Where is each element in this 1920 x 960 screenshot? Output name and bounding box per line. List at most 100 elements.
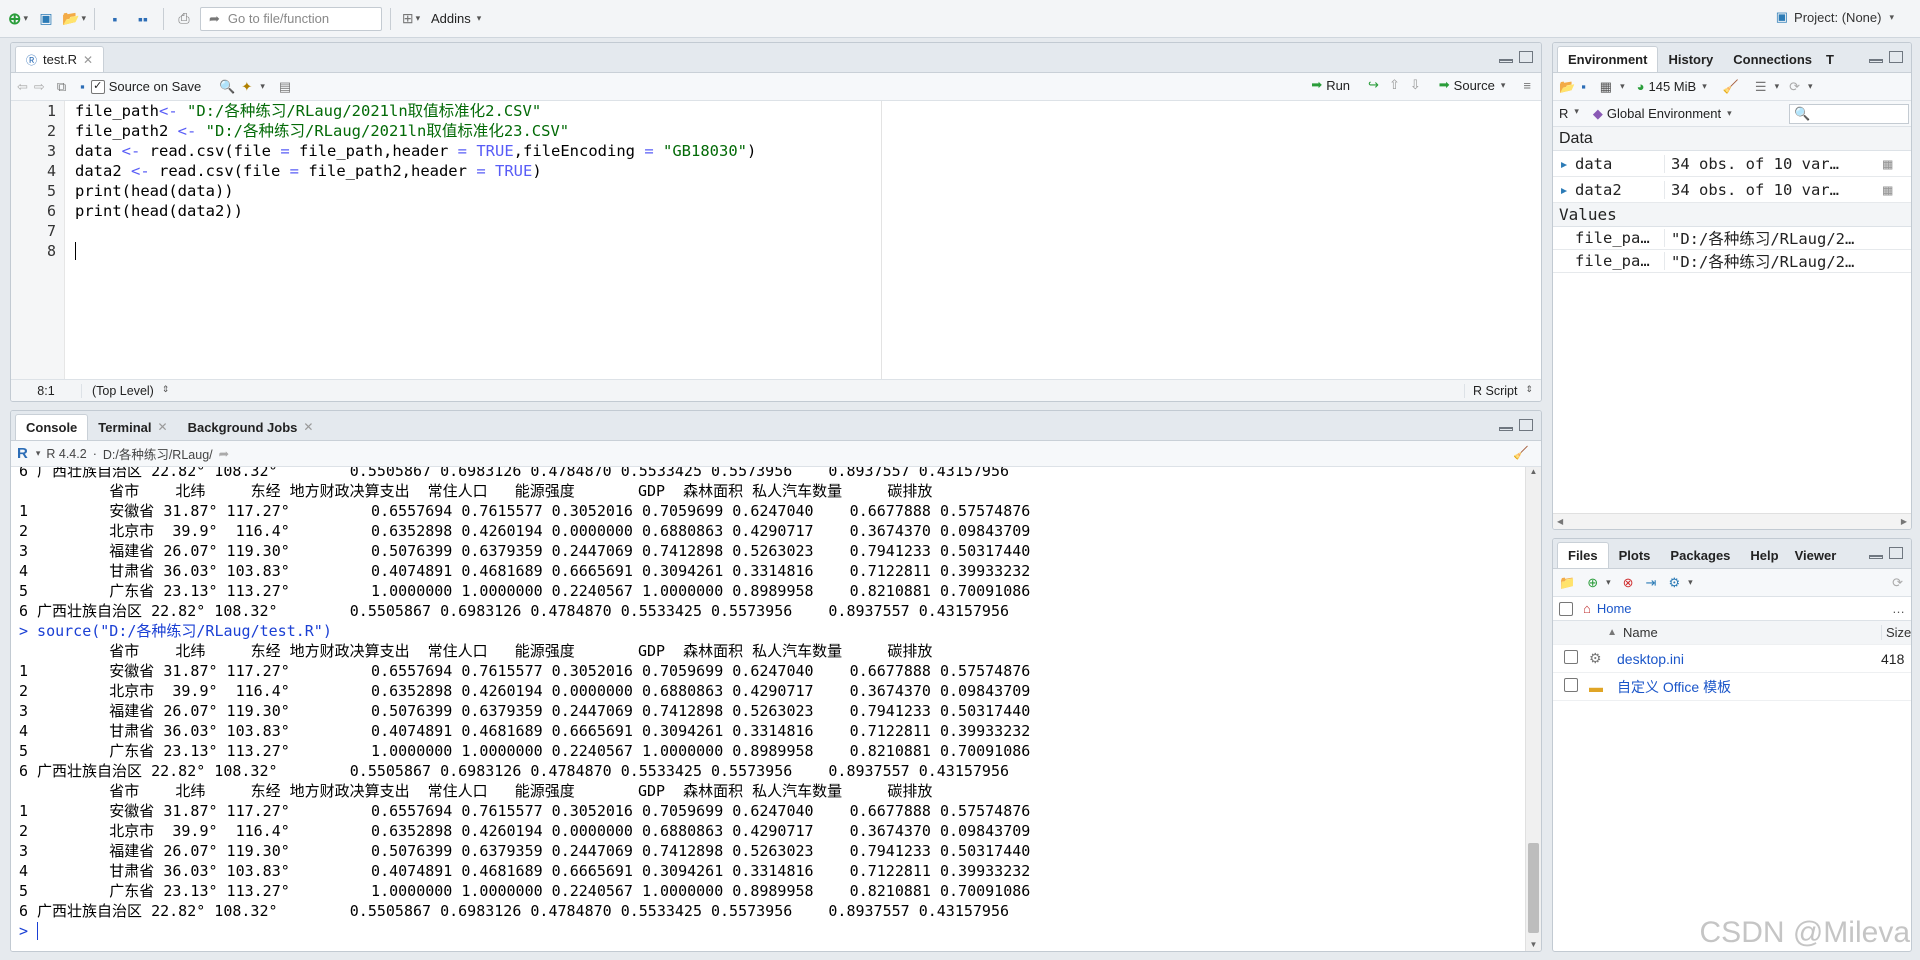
table-view-icon[interactable]: ▦ <box>1883 181 1911 199</box>
back-arrow-icon[interactable]: ⇦ <box>17 79 28 95</box>
env-row[interactable]: ▸ data2 34 obs. of 10 var… ▦ <box>1553 177 1911 203</box>
save-icon[interactable]: ▪ <box>103 7 127 31</box>
new-project-button[interactable]: ▣ <box>34 7 58 31</box>
tab-files[interactable]: Files <box>1557 542 1609 568</box>
new-folder-icon[interactable]: 📁 <box>1559 575 1575 591</box>
list-view-icon[interactable]: ☰ <box>1755 79 1767 95</box>
refresh-icon[interactable]: ⟳ <box>1789 79 1800 95</box>
tab-console[interactable]: Console <box>15 414 89 440</box>
tab-background-jobs[interactable]: Background Jobs ✕ <box>178 414 324 440</box>
new-file-button[interactable]: ⊕ ▾ <box>6 7 30 31</box>
goto-file-input[interactable]: ➦ Go to file/function <box>200 6 382 31</box>
maximize-icon[interactable] <box>1889 547 1903 559</box>
save-icon[interactable]: ▪ <box>80 79 85 94</box>
tab-connections[interactable]: Connections <box>1723 46 1822 72</box>
code-editor[interactable]: 1 2 3 4 5 6 7 8 file_path<- "D:/各种练习/RLa… <box>11 101 1541 379</box>
scroll-right-arrow-icon[interactable]: ▶ <box>1901 517 1907 526</box>
close-icon[interactable]: ✕ <box>158 420 168 434</box>
print-icon[interactable]: ⎙ <box>172 7 196 31</box>
gear-icon[interactable]: ⚙ <box>1668 575 1680 591</box>
wand-icon[interactable]: ✦ <box>241 79 252 95</box>
pane-layout-button[interactable]: ⊞ ▾ <box>399 7 423 31</box>
load-workspace-icon[interactable]: 📂 <box>1559 79 1575 95</box>
file-row[interactable]: ⚙ desktop.ini 418 <box>1553 645 1911 673</box>
file-name[interactable]: desktop.ini <box>1617 651 1881 667</box>
scroll-left-arrow-icon[interactable]: ◀ <box>1557 517 1563 526</box>
broom-icon[interactable]: 🧹 <box>1723 79 1739 95</box>
tab-test-r[interactable]: Ⓡ test.R ✕ <box>15 46 105 72</box>
save-workspace-icon[interactable]: ▪ <box>1581 79 1586 94</box>
rerun-icon[interactable]: ↪ <box>1368 77 1379 93</box>
more-icon[interactable]: … <box>1892 601 1905 616</box>
minimize-icon[interactable] <box>1869 59 1883 63</box>
delete-icon[interactable]: ⊗ <box>1623 575 1634 591</box>
env-scope-selector[interactable]: ◆ Global Environment ▾ <box>1593 106 1732 122</box>
import-dataset-icon[interactable]: ▦ <box>1600 79 1612 95</box>
col-name-header[interactable]: Name <box>1623 625 1881 640</box>
file-row[interactable]: ▬ 自定义 Office 模板 <box>1553 673 1911 701</box>
file-type-selector[interactable]: R Script ⇕ <box>1464 383 1533 398</box>
show-in-window-icon[interactable]: ⧉ <box>57 79 66 95</box>
project-menu[interactable]: ▣ Project: (None) ▾ <box>1776 9 1894 25</box>
working-directory[interactable]: D:/各种练习/RLaug/ <box>103 444 213 463</box>
env-row[interactable]: file_pa… "D:/各种练习/RLaug/2… <box>1553 250 1911 273</box>
tab-terminal[interactable]: Terminal ✕ <box>88 414 177 440</box>
breadcrumb-home[interactable]: Home <box>1597 601 1632 616</box>
expand-icon[interactable]: ▸ <box>1553 181 1575 199</box>
forward-arrow-icon[interactable]: ⇨ <box>34 79 45 95</box>
rename-icon[interactable]: ⇥ <box>1646 575 1657 591</box>
clear-console-icon[interactable]: 🧹 <box>1513 446 1529 461</box>
close-icon[interactable]: ✕ <box>83 53 93 67</box>
maximize-icon[interactable] <box>1519 51 1533 63</box>
language-selector[interactable]: R ▾ <box>1559 106 1579 121</box>
tab-help[interactable]: Help <box>1740 542 1788 568</box>
env-search-input[interactable]: 🔍 <box>1789 104 1909 124</box>
file-checkbox[interactable] <box>1564 650 1578 664</box>
minimize-icon[interactable] <box>1499 427 1513 431</box>
outline-icon[interactable]: ▤ <box>279 79 291 95</box>
refresh-icon[interactable]: ⟳ <box>1892 575 1903 591</box>
close-icon[interactable]: ✕ <box>303 420 313 434</box>
source-on-save-checkbox[interactable]: ✓ Source on Save <box>90 79 201 94</box>
select-all-checkbox[interactable] <box>1559 601 1573 616</box>
sort-ascending-icon[interactable]: ▲ <box>1553 627 1623 638</box>
new-file-icon[interactable]: ⊕ <box>1587 575 1598 591</box>
home-icon[interactable]: ⌂ <box>1583 601 1591 616</box>
maximize-icon[interactable] <box>1889 51 1903 63</box>
env-data-header: Data <box>1553 127 1911 151</box>
tab-tutorial[interactable]: T <box>1822 46 1838 72</box>
env-row[interactable]: file_pa… "D:/各种练习/RLaug/2… <box>1553 227 1911 250</box>
save-all-icon[interactable]: ▪▪ <box>131 7 155 31</box>
file-name[interactable]: 自定义 Office 模板 <box>1617 677 1881 697</box>
up-arrow-icon[interactable]: ⇧ <box>1389 77 1400 93</box>
console-scrollbar[interactable]: ▲ ▼ <box>1525 467 1541 951</box>
addins-menu[interactable]: Addins ▾ <box>431 11 481 26</box>
expand-icon[interactable]: ▸ <box>1553 155 1575 173</box>
scroll-down-arrow-icon[interactable]: ▼ <box>1526 940 1541 949</box>
tab-history[interactable]: History <box>1658 46 1723 72</box>
tab-viewer[interactable]: Viewer <box>1789 542 1843 568</box>
col-size-header[interactable]: Size <box>1881 625 1911 640</box>
maximize-icon[interactable] <box>1519 419 1533 431</box>
tab-plots[interactable]: Plots <box>1609 542 1661 568</box>
scrollbar-thumb[interactable] <box>1528 843 1539 933</box>
tab-environment[interactable]: Environment <box>1557 46 1659 72</box>
env-horizontal-scrollbar[interactable]: ◀ ▶ <box>1553 513 1911 529</box>
scroll-up-arrow-icon[interactable]: ▲ <box>1526 467 1541 481</box>
minimize-icon[interactable] <box>1869 555 1883 559</box>
table-view-icon[interactable]: ▦ <box>1883 155 1911 173</box>
source-button[interactable]: ➡ Source ▾ <box>1439 77 1506 93</box>
minimize-icon[interactable] <box>1499 59 1513 63</box>
search-icon[interactable]: 🔍 <box>219 79 235 95</box>
tab-packages[interactable]: Packages <box>1660 542 1740 568</box>
file-checkbox[interactable] <box>1564 678 1578 692</box>
menu-lines-icon[interactable]: ≡ <box>1523 78 1531 93</box>
scope-selector[interactable]: (Top Level) ⇕ <box>81 383 169 398</box>
console-output[interactable]: 6 广西壮族自治区 22.82° 108.32° 0.5505867 0.698… <box>11 467 1525 951</box>
goto-dir-icon[interactable]: ➦ <box>219 446 229 461</box>
down-arrow-icon[interactable]: ⇩ <box>1410 77 1421 93</box>
open-file-button[interactable]: 📂 ▾ <box>62 7 86 31</box>
env-row[interactable]: ▸ data 34 obs. of 10 var… ▦ <box>1553 151 1911 177</box>
run-button[interactable]: ➡ Run <box>1311 77 1350 93</box>
memory-usage[interactable]: ◕ 145 MiB ▾ <box>1637 79 1707 94</box>
